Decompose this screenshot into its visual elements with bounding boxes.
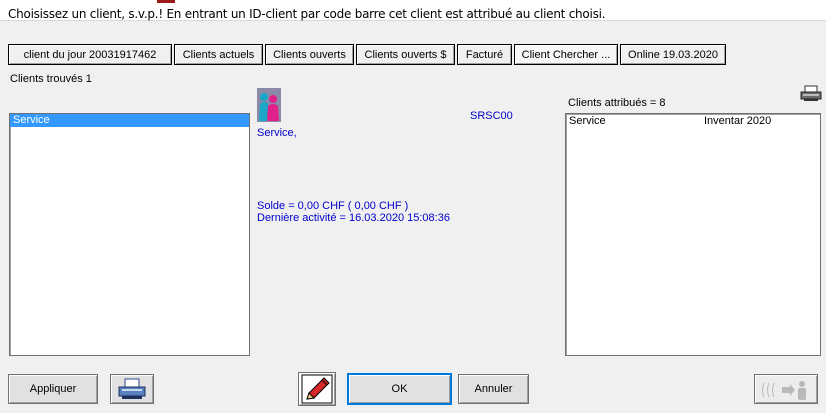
printer-icon [118,378,146,399]
list-item[interactable]: Service Inventar 2020 [566,114,820,128]
tab-client-du-jour[interactable]: client du jour 20031917462 [8,44,172,65]
tab-online[interactable]: Online 19.03.2020 [620,44,726,65]
print-button[interactable] [110,374,154,404]
tab-clients-ouverts-dollar[interactable]: Clients ouverts $ [356,44,455,65]
client-code: SRSC00 [470,110,513,122]
pencil-icon [301,374,333,404]
edit-button[interactable] [298,372,336,406]
people-icon [257,88,281,122]
client-list[interactable]: Service [9,113,250,356]
assign-person-button[interactable] [754,374,818,404]
clients-found-label: Clients trouvés 1 [10,73,92,85]
assigned-clients-label: Clients attribués = 8 [568,97,666,109]
title-decoration [157,0,175,3]
assigned-client-info: Inventar 2020 [704,115,772,127]
tab-facture[interactable]: Facturé [457,44,512,65]
list-item[interactable]: Service [10,114,249,127]
printer-icon[interactable] [800,85,822,102]
client-name: Service, [257,127,297,139]
tab-clients-ouverts[interactable]: Clients ouverts [265,44,354,65]
apply-button[interactable]: Appliquer [8,374,98,404]
person-arrow-icon [762,381,806,400]
tab-client-chercher[interactable]: Client Chercher ... [514,44,618,65]
assigned-clients-list[interactable]: Service Inventar 2020 [565,113,821,356]
last-activity: Dernière activité = 16.03.2020 15:08:36 [257,212,450,224]
client-balance: Solde = 0,00 CHF ( 0,00 CHF ) [257,200,409,212]
tab-clients-actuels[interactable]: Clients actuels [174,44,263,65]
ok-button[interactable]: OK [347,373,452,405]
cancel-button[interactable]: Annuler [458,374,529,404]
assigned-client-name: Service [569,115,606,127]
instruction-text: Choisissez un client, s.v.p.! En entrant… [8,7,606,21]
